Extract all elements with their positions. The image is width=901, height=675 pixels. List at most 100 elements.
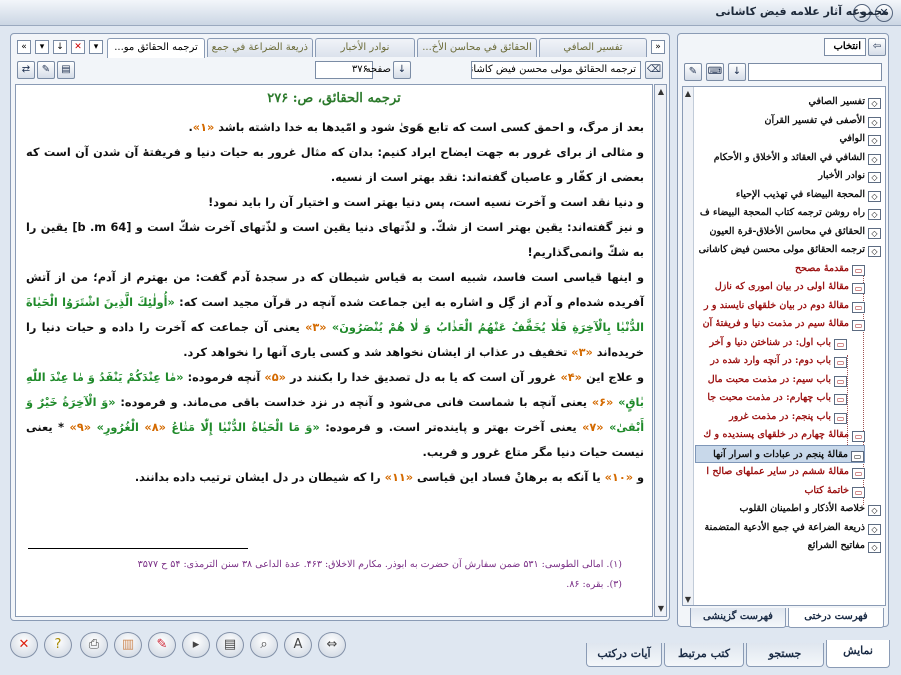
tab-verses-in-books[interactable]: آیات درکتب [586,643,662,667]
tree-item[interactable]: ▭مقالهٔ پنجم در عبادات و اسرار آنها [695,444,865,463]
quran-verse: الْغُرُورِ» [96,421,139,434]
zoom-icon[interactable]: ⌕ [250,632,278,658]
close-document-icon[interactable]: ✕ [10,632,38,658]
page-label: صفحه [365,64,391,75]
tree-item[interactable]: ◇ترجمه الحقائق مولی محسن فیض کاشانی [695,241,881,259]
layout-icon[interactable]: ▤ [57,61,75,79]
page-icon: ▭ [852,431,865,442]
bookmark-icon[interactable]: ▥ [114,632,142,658]
footnote-ref[interactable]: «۵» [264,371,286,384]
sync-icon[interactable]: ⇄ [17,61,35,79]
tree-item[interactable]: ◇تفسير الصافي [695,93,881,111]
tree-item[interactable]: ▭مقالهٔ ششم در ساير عملهاى صالح ا [695,463,865,481]
tree-item[interactable]: ▭باب دوم: در آنچه وارد شده در [695,352,847,370]
tab-scroll-right-icon[interactable]: » [651,40,665,54]
tab-close-icon[interactable]: ✕ [71,40,85,54]
footnote-ref[interactable]: «۸» [139,421,172,434]
tree-item[interactable]: ◇نوادر الأخبار [695,167,881,185]
scroll-down-icon[interactable]: ▼ [656,604,666,614]
document-toolbar: ⇄ ✎ ▤ ۳۷۶ صفحه ↓ ترجمه الحقائق مولی محسن… [15,60,667,82]
scroll-up-icon[interactable]: ▲ [683,89,693,99]
tree-item-label: مقالهٔ اولى در بيان امورى كه نازل [714,281,849,292]
tree-item[interactable]: ◇راه روشن ترجمه كتاب المحجة البيضاء ف [695,204,881,222]
text-segment: و دنيا نقد است و آخرت نسيه است، پس دنيا … [208,196,644,209]
tab-search[interactable]: جستجو [746,643,824,667]
content-scrollbar[interactable]: ▲ ▼ [654,84,667,617]
tab-list-down-icon[interactable]: ↓ [53,40,67,54]
paragraph: و علاج اين «۴» غرور آن است كه يا به دل ت… [26,365,644,465]
tab-scroll-left-icon[interactable]: « [17,40,31,54]
footnote-ref[interactable]: «۳» [571,346,593,359]
page-icon: ▭ [834,338,847,350]
footnote-ref[interactable]: «۳» [300,321,332,334]
highlight-icon[interactable]: ▸ [182,632,210,658]
note-icon[interactable]: ✎ [148,632,176,658]
tab-display[interactable]: نمایش [826,640,890,668]
print-icon[interactable]: ⎙ [80,632,108,658]
tab-tree-index[interactable]: فهرست درختی [788,608,884,628]
footnote-ref[interactable]: «۶» [587,396,618,409]
tree-item[interactable]: ▭باب چهارم: در مذمت محبت جا [695,389,847,407]
tree-item[interactable]: ▭باب اول: در شناختن دنيا و آخر [695,334,847,352]
tab-dharia[interactable]: ذريعة الضراعة في جمع ... [207,38,313,57]
tree-item[interactable]: ▭باب پنجم: در مذمت غرور [695,408,847,426]
scroll-up-icon[interactable]: ▲ [656,87,666,97]
keyboard-icon[interactable]: ⌨ [706,63,724,81]
back-icon[interactable]: ⇦ [868,38,886,56]
tab-menu-icon[interactable]: ▾ [89,40,103,54]
footnote-ref[interactable]: «۴» [560,371,582,384]
help-icon[interactable]: ? [44,632,72,658]
footnote-ref[interactable]: «۱» [193,121,215,134]
footnote-ref[interactable]: «۷» [577,421,610,434]
tree-item[interactable]: ◇ذريعة الضراعة في جمع الأدعية المتضمنة [695,519,881,537]
search-go-icon[interactable]: ↓ [728,63,746,81]
book-icon: ◇ [868,190,881,202]
book-name-field[interactable]: ترجمه الحقائق مولی محسن فیض کاشانی [471,61,641,79]
text-segment: بعد از مرگ، و احمق كسى است كه تابع هَوىٰ… [214,121,644,134]
tree-item[interactable]: ◇الحقائق في محاسن الأخلاق-قرة العيون [695,223,881,241]
tab-related-books[interactable]: کتب مرتبط [664,643,744,667]
tree-item[interactable]: ◇الوافي [695,130,881,148]
tree-item[interactable]: ▭مقالهٔ سيم در مذمت دنيا و فريفتهٔ آن [695,315,865,333]
settings-icon[interactable]: ✎ [684,63,702,81]
page-go-icon[interactable]: ↓ [393,61,411,79]
tab-nawader[interactable]: نوادر الأخبار [315,38,415,57]
tree-item[interactable]: ▭خاتمهٔ كتاب [695,482,865,500]
tree-item[interactable]: ▭مقالهٔ چهارم در خلقهاى پسنديده و ك [695,426,865,444]
tree-item[interactable]: ◇المحجة البيضاء في تهذيب الإحياء [695,186,881,204]
export-icon[interactable]: ▤ [216,632,244,658]
toc-scrollbar[interactable]: ▲ ▼ [683,87,694,605]
footnote-ref[interactable]: «۹» [64,421,97,434]
text-segment: را كه شيطان در دل ايشان ترتيب داده بدانن… [134,471,385,484]
footnote-ref[interactable]: «۱۰» [605,471,633,484]
tab-list-icon[interactable]: ▾ [35,40,49,54]
font-size-icon[interactable]: A [284,632,312,658]
tab-tarjome-alhaghayegh[interactable]: ترجمه الحقائق مو... [107,38,205,58]
tree-item[interactable]: ▭باب سيم: در مذمت محبت مال [695,371,847,389]
select-button[interactable]: انتخاب [824,38,866,56]
tree-item[interactable]: ◇خلاصة الأذكار و اطمينان القلوب [695,500,881,518]
tree-item[interactable]: ▭مقدمهٔ مصحح [695,260,865,278]
scroll-down-icon[interactable]: ▼ [683,595,693,605]
book-icon: ◇ [868,116,881,128]
quran-verse: «وَ مَا الْحَيٰاةُ الدُّنْيٰا إِلّٰا مَت… [171,421,320,434]
compare-icon[interactable]: ⇔ [318,632,346,658]
page-icon: ▭ [834,394,847,405]
toc-search-input[interactable] [748,63,882,81]
eraser-icon[interactable]: ⌫ [645,61,663,79]
tab-alhaghayegh[interactable]: الحقائق في محاسن الأخ... [417,38,537,57]
footnote-ref[interactable]: «۱۱» [385,471,413,484]
tree-item[interactable]: ◇الأصفى في تفسير القرآن [695,112,881,130]
toc-toolbar: ⇦ انتخاب [682,38,886,60]
tree-item[interactable]: ▭مقالهٔ دوم در بيان خلقهاى نايسند و ر [695,297,865,315]
tab-tafsir-safi[interactable]: تفسير الصافي [539,38,647,57]
tree-item[interactable]: ◇مفاتيح الشرائع [695,537,881,555]
paragraph: و دنيا نقد است و آخرت نسيه است، پس دنيا … [26,190,644,215]
tab-selective-index[interactable]: فهرست گزینشی [690,608,786,628]
tree-item-label: مقالهٔ دوم در بيان خلقهاى نايسند و ر [703,299,849,311]
text-segment: يعنى آنچه با شماست فانى مى‌شود و آنچه در… [115,396,588,409]
settings-icon[interactable]: ✎ [37,61,55,79]
tree-item-label: خلاصة الأذكار و اطمينان القلوب [739,503,865,514]
tree-item[interactable]: ◇الشافي في العقائد و الأخلاق و الأحكام [695,149,881,167]
tree-item[interactable]: ▭مقالهٔ اولى در بيان امورى كه نازل [695,278,865,296]
